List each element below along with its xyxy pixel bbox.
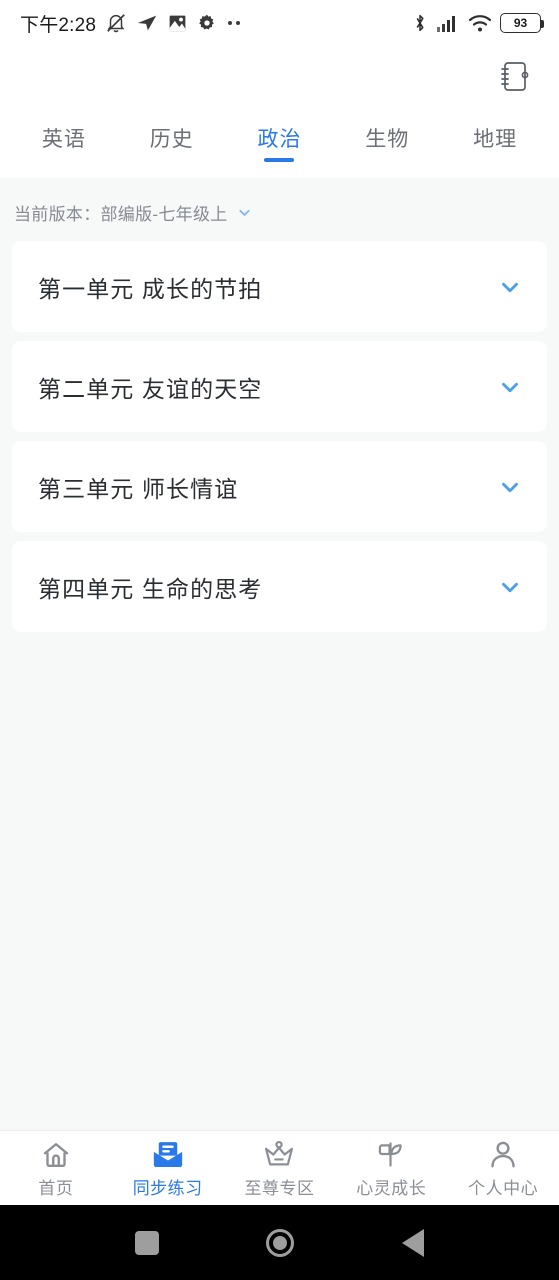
sprout-icon — [375, 1138, 407, 1170]
version-label: 当前版本：部编版-七年级上 — [14, 205, 228, 224]
crown-icon — [263, 1138, 295, 1170]
home-circle-icon[interactable] — [250, 1213, 310, 1273]
unit-card[interactable]: 第三单元 师长情谊 — [12, 441, 547, 532]
battery-icon: 93 — [500, 13, 544, 33]
paper-plane-icon — [138, 15, 157, 31]
tab-active-underline — [264, 158, 295, 162]
unit-title: 第一单元 成长的节拍 — [38, 275, 263, 302]
bell-muted-icon — [107, 14, 126, 33]
back-triangle-icon[interactable] — [383, 1213, 443, 1273]
nav-label: 心灵成长 — [356, 1178, 427, 1198]
unit-title: 第三单元 师长情谊 — [38, 475, 239, 502]
status-time: 下午2:28 — [20, 14, 97, 36]
chevron-down-icon[interactable] — [497, 274, 523, 300]
tab-biology[interactable]: 生物 — [333, 106, 441, 170]
battery-level: 93 — [513, 16, 528, 30]
recents-square-icon[interactable] — [117, 1213, 177, 1273]
system-navigation-bar — [0, 1205, 559, 1280]
nav-item-sync-practice[interactable]: 同步练习 — [112, 1131, 224, 1205]
tab-label: 生物 — [365, 128, 410, 151]
subject-tabs: 英语 历史 政治 生物 地理 — [0, 106, 559, 178]
tab-geography[interactable]: 地理 — [441, 106, 549, 170]
unit-card[interactable]: 第一单元 成长的节拍 — [12, 241, 547, 332]
content-area: 当前版本：部编版-七年级上 第一单元 成长的节拍 第二单元 友谊的天空 第三单元… — [0, 178, 559, 1130]
tab-label: 政治 — [257, 128, 302, 151]
tab-politics[interactable]: 政治 — [226, 106, 334, 170]
bottom-navigation: 首页 同步练习 至尊专区 心灵成长 个人中心 — [0, 1130, 559, 1205]
tab-english[interactable]: 英语 — [10, 106, 118, 170]
unit-title: 第四单元 生命的思考 — [38, 575, 263, 602]
tab-label: 历史 — [149, 128, 194, 151]
tab-label: 地理 — [473, 128, 518, 151]
unit-title: 第二单元 友谊的天空 — [38, 375, 263, 402]
gear-icon — [199, 14, 215, 30]
version-selector[interactable]: 当前版本：部编版-七年级上 — [0, 178, 559, 241]
gallery-icon — [169, 15, 186, 31]
nav-label: 个人中心 — [468, 1178, 539, 1198]
nav-item-home[interactable]: 首页 — [0, 1131, 112, 1205]
unit-list: 第一单元 成长的节拍 第二单元 友谊的天空 第三单元 师长情谊 第四单元 生命的… — [0, 241, 559, 632]
tab-label: 英语 — [41, 128, 86, 151]
person-icon — [488, 1138, 518, 1170]
tab-history[interactable]: 历史 — [118, 106, 226, 170]
home-icon — [41, 1138, 71, 1170]
phone-screen: 下午2:28 93 英语 历史 政治 生物 地理 当前版本：部编版-七年级上 第… — [0, 0, 559, 1280]
book-practice-icon — [152, 1138, 184, 1170]
nav-item-personal-center[interactable]: 个人中心 — [447, 1131, 559, 1205]
nav-item-mental-growth[interactable]: 心灵成长 — [335, 1131, 447, 1205]
status-bar: 下午2:28 93 — [0, 0, 559, 46]
chevron-down-icon — [238, 209, 250, 216]
notebook-icon[interactable] — [493, 56, 533, 96]
chevron-down-icon[interactable] — [497, 574, 523, 600]
nav-label: 首页 — [38, 1178, 74, 1198]
chevron-down-icon[interactable] — [497, 474, 523, 500]
app-header — [0, 46, 559, 106]
status-bar-left: 下午2:28 — [20, 10, 241, 37]
wifi-icon — [468, 15, 492, 32]
ellipsis-icon — [226, 21, 241, 25]
signal-icon — [437, 16, 455, 32]
nav-label: 至尊专区 — [244, 1178, 315, 1198]
unit-card[interactable]: 第二单元 友谊的天空 — [12, 341, 547, 432]
status-bar-right: 93 — [412, 12, 544, 34]
unit-card[interactable]: 第四单元 生命的思考 — [12, 541, 547, 632]
chevron-down-icon[interactable] — [497, 374, 523, 400]
nav-item-premium-zone[interactable]: 至尊专区 — [224, 1131, 336, 1205]
nav-label: 同步练习 — [132, 1178, 203, 1198]
bluetooth-icon — [416, 14, 424, 32]
